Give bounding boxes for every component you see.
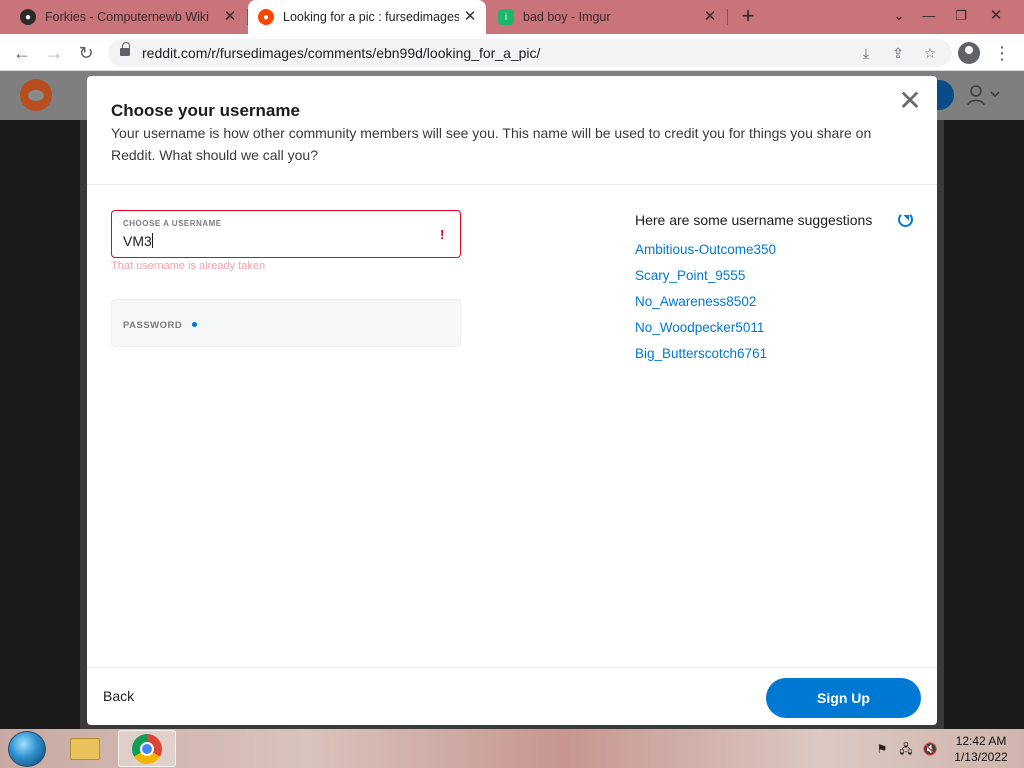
network-icon[interactable]: 🖧 <box>898 741 914 757</box>
reddit-favicon-icon: ● <box>258 9 274 25</box>
windows-taskbar: ⚑ 🖧 🔇 12:42 AM 1/13/2022 <box>0 729 1024 768</box>
tab-separator <box>727 9 728 25</box>
username-value: VM3 <box>123 233 153 249</box>
tab-title: Looking for a pic : fursedimages <box>283 10 459 24</box>
modal-description: Your username is how other community mem… <box>111 125 872 163</box>
new-tab-plus-icon[interactable]: + <box>737 5 759 27</box>
forward-arrow-icon[interactable]: → <box>42 41 66 65</box>
password-label: Password <box>123 320 183 331</box>
browser-menu-icon[interactable]: ⋮ <box>992 41 1012 65</box>
chrome-icon <box>132 734 162 764</box>
back-button[interactable]: Back <box>103 688 134 704</box>
address-bar[interactable]: reddit.com/r/fursedimages/comments/ebn99… <box>108 39 952 67</box>
start-button-icon[interactable] <box>8 731 46 767</box>
tab-computernewb-wiki[interactable]: ● Forkies - Computernewb Wiki ✕ <box>10 0 246 34</box>
username-modal: Choose your username Your username is ho… <box>87 76 937 725</box>
imgur-favicon-icon: i <box>498 9 514 25</box>
username-error: That username is already taken <box>111 260 266 272</box>
system-clock[interactable]: 12:42 AM 1/13/2022 <box>950 733 1012 765</box>
user-dropdown-icon[interactable] <box>966 83 1006 107</box>
tab-fursedimages[interactable]: ● Looking for a pic : fursedimages ✕ <box>248 0 486 34</box>
browser-toolbar: ← → ↻ reddit.com/r/fursedimages/comments… <box>0 34 1024 71</box>
username-field[interactable]: Choose a username VM3 ! <box>111 210 461 258</box>
volume-muted-icon[interactable]: 🔇 <box>922 741 938 757</box>
clock-time: 12:42 AM <box>955 734 1007 748</box>
suggestion-item[interactable]: No_Awareness8502 <box>635 293 776 319</box>
username-label: Choose a username <box>123 219 222 228</box>
restore-icon[interactable]: ❐ <box>945 0 977 34</box>
back-arrow-icon[interactable]: ← <box>10 41 34 65</box>
action-center-flag-icon[interactable]: ⚑ <box>874 741 890 757</box>
close-icon[interactable]: ✕ <box>222 9 238 25</box>
modal-title: Choose your username <box>111 101 300 120</box>
error-exclamation-icon: ! <box>440 227 445 242</box>
suggestion-item[interactable]: No_Woodpecker5011 <box>635 319 776 345</box>
suggestion-item[interactable]: Ambitious-Outcome350 <box>635 241 776 267</box>
wiki-favicon-icon: ● <box>20 9 36 25</box>
refresh-icon[interactable] <box>898 212 913 227</box>
sign-up-button[interactable]: Sign Up <box>766 678 921 718</box>
suggestions-list: Ambitious-Outcome350 Scary_Point_9555 No… <box>635 241 776 371</box>
close-icon[interactable]: ✕ <box>897 87 923 115</box>
lock-icon <box>120 42 130 58</box>
clock-date: 1/13/2022 <box>954 750 1008 764</box>
share-icon[interactable]: ⇪ <box>888 43 908 63</box>
tab-imgur[interactable]: i bad boy - Imgur ✕ <box>488 0 726 34</box>
minimize-icon[interactable]: — <box>913 0 945 34</box>
reload-icon[interactable]: ↻ <box>74 41 98 65</box>
close-icon[interactable]: ✕ <box>702 9 718 25</box>
browser-tab-strip: ● Forkies - Computernewb Wiki ✕ ● Lookin… <box>0 0 1024 34</box>
chrome-taskbar-button[interactable] <box>118 730 176 767</box>
password-field[interactable]: Password <box>111 299 461 347</box>
file-explorer-taskbar-icon[interactable] <box>66 732 104 765</box>
bookmark-star-icon[interactable]: ☆ <box>920 43 940 63</box>
divider <box>87 184 937 185</box>
modal-footer: Back Sign Up <box>87 667 937 725</box>
tab-title: bad boy - Imgur <box>523 10 611 24</box>
reddit-logo-icon <box>20 79 52 111</box>
profile-avatar-icon[interactable] <box>958 42 980 64</box>
window-close-icon[interactable]: ✕ <box>980 0 1012 34</box>
tab-search-chevron-icon[interactable]: ⌄ <box>883 0 915 34</box>
suggestions-title: Here are some username suggestions <box>635 212 873 228</box>
suggestion-item[interactable]: Big_Butterscotch6761 <box>635 345 776 371</box>
url-text: reddit.com/r/fursedimages/comments/ebn99… <box>142 45 541 61</box>
suggestion-item[interactable]: Scary_Point_9555 <box>635 267 776 293</box>
tab-title: Forkies - Computernewb Wiki <box>45 10 209 24</box>
install-app-icon[interactable]: ⤓ <box>856 43 876 63</box>
close-icon[interactable]: ✕ <box>462 9 478 25</box>
loading-dot-icon <box>192 322 197 327</box>
